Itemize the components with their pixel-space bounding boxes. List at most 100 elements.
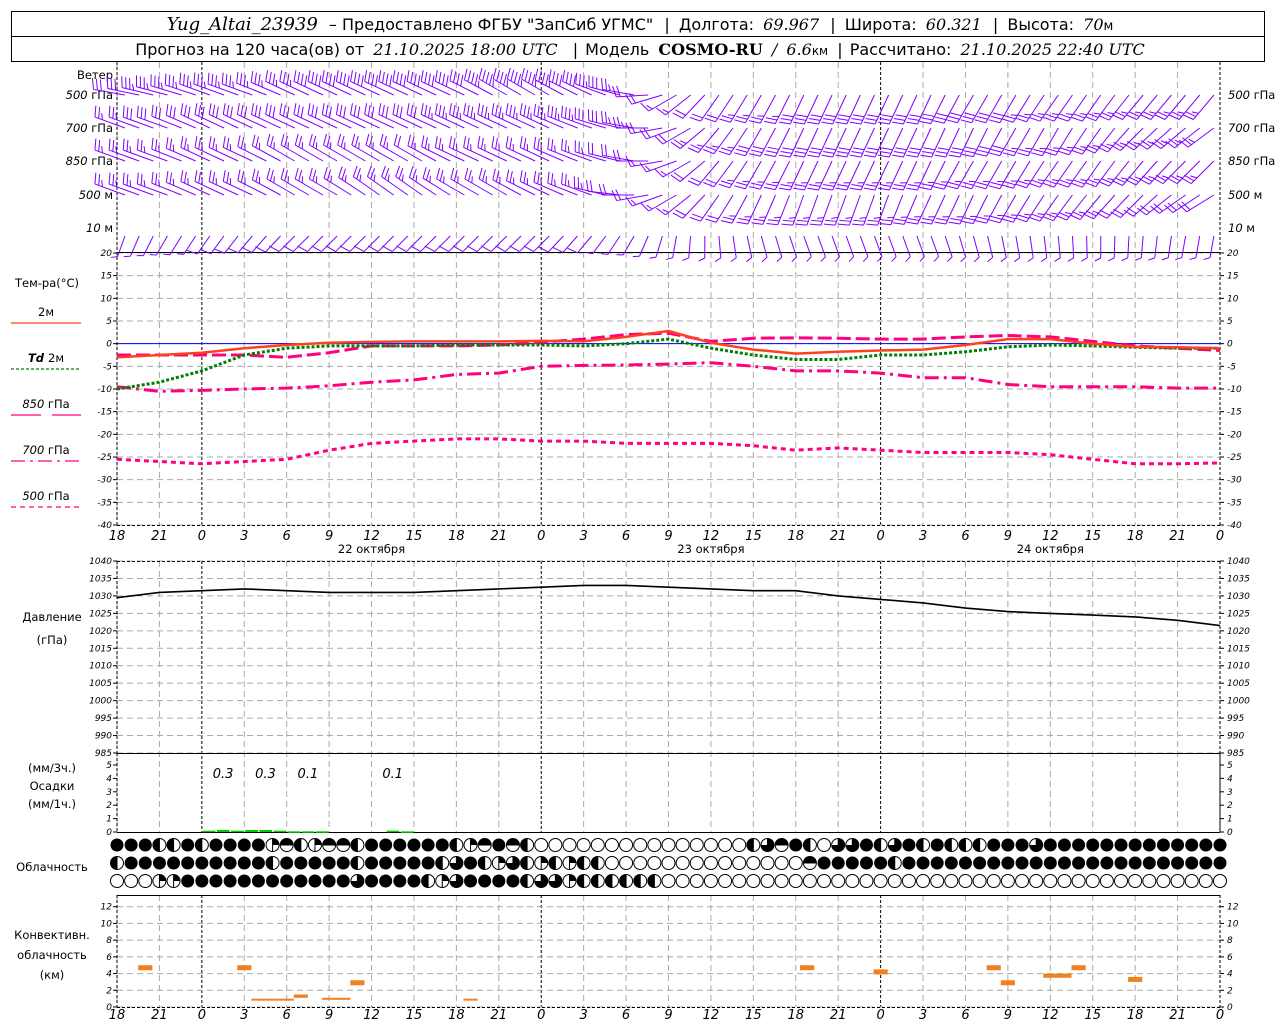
cloud-full	[266, 874, 280, 888]
cloud-full	[1029, 856, 1043, 870]
barb-feather	[932, 186, 945, 190]
barb-shaft	[1186, 194, 1215, 213]
cloud-cover-symbol	[703, 838, 718, 852]
barb-feather	[439, 169, 444, 182]
barb-shaft	[631, 94, 663, 105]
cloud-full	[407, 838, 421, 852]
barb-feather	[297, 71, 301, 84]
cloud-cover-symbol	[181, 874, 195, 888]
barb-feather	[1015, 217, 1027, 223]
barb-shaft	[309, 144, 338, 162]
cloud-full	[322, 874, 336, 888]
temperature-tick-label-left: 0	[106, 340, 112, 350]
barb-shaft	[548, 80, 578, 96]
barb-feather	[788, 217, 796, 219]
cloud-full	[1057, 856, 1071, 870]
barb-feather	[1066, 113, 1073, 116]
cloud-full	[1072, 856, 1086, 870]
barb-feather	[1057, 116, 1069, 122]
wind-barb	[350, 70, 380, 96]
cloud-circle	[732, 838, 747, 852]
model-label: Модель	[585, 40, 649, 59]
cloud-cover-symbol	[859, 874, 874, 888]
cloud-cover-symbol	[845, 874, 860, 888]
barb-feather	[314, 106, 318, 118]
barb-feather	[165, 170, 169, 183]
time-tick-label-bottom: 6	[283, 1008, 291, 1023]
cloud-cover-symbol	[831, 838, 846, 852]
barb-feather	[1190, 175, 1198, 179]
barb-feather	[793, 187, 805, 191]
header: Yug_Altai_23939 – Предоставлено ФГБУ "За…	[11, 11, 1265, 62]
cloud-half	[746, 838, 754, 852]
cloud-cover-symbol	[1156, 874, 1171, 888]
barb-feather	[794, 150, 807, 154]
barb-feather	[580, 182, 583, 190]
cloud-cover-symbol	[266, 874, 280, 888]
convective-cloud-bar	[279, 998, 294, 1001]
barb-feather	[848, 256, 855, 262]
cloud-cover-symbol	[689, 874, 704, 888]
cloud-cover-symbol	[1100, 838, 1114, 852]
cloud-full	[1199, 838, 1213, 852]
cloud-full	[322, 856, 336, 870]
cloud-circle	[576, 838, 591, 852]
barb-feather	[240, 137, 245, 149]
wind-barb	[654, 160, 691, 178]
barb-feather	[537, 105, 540, 117]
pressure-tick-label-left: 1005	[89, 679, 112, 689]
cloud-full	[1156, 838, 1170, 852]
barb-shaft	[491, 147, 522, 162]
cloud-cover-symbol	[874, 856, 888, 870]
barb-shaft	[409, 176, 437, 196]
cloud-cover-symbol	[944, 838, 959, 852]
barb-feather	[112, 140, 115, 152]
barb-feather	[308, 133, 313, 146]
barb-feather	[1037, 113, 1045, 116]
barb-shaft	[252, 179, 281, 196]
barb-feather	[244, 106, 248, 118]
cloud-circle	[689, 856, 704, 870]
barb-feather	[990, 215, 1003, 220]
wind-barb	[687, 127, 720, 153]
precip-tick-label-left: 5	[106, 761, 112, 771]
wind-barb	[1097, 127, 1130, 153]
barb-shaft	[1127, 235, 1130, 258]
cloud-full	[874, 856, 888, 870]
barb-feather	[1004, 215, 1016, 220]
cloud-cover-symbol	[223, 874, 237, 888]
barb-feather	[158, 107, 162, 120]
barb-feather	[727, 114, 735, 116]
barb-shaft	[713, 160, 734, 187]
cloud-partial	[541, 856, 548, 863]
cloud-cover-symbol	[280, 874, 294, 888]
barb-shaft	[223, 147, 253, 162]
barb-feather	[807, 154, 819, 158]
time-tick-label: 21	[151, 529, 168, 544]
barb-feather	[101, 113, 103, 120]
barb-feather	[575, 72, 578, 85]
barb-shaft	[1172, 194, 1200, 214]
wind-barb	[165, 170, 196, 196]
barb-feather	[506, 169, 510, 181]
barb-feather	[255, 170, 259, 182]
barb-feather	[660, 170, 667, 176]
barb-feather	[567, 180, 570, 187]
barb-feather	[367, 104, 371, 117]
cloud-full	[464, 856, 478, 870]
barb-feather	[802, 217, 810, 219]
temperature-tick-label-left: -30	[97, 476, 112, 486]
barb-shaft	[987, 235, 994, 258]
barb-feather	[776, 256, 783, 263]
cloud-circle	[689, 838, 704, 852]
barb-feather	[666, 257, 673, 261]
wind-barb	[505, 136, 536, 162]
cloud-cover-symbol	[887, 838, 902, 852]
wind-barb	[279, 70, 310, 96]
barb-shaft	[639, 235, 649, 257]
cloud-full	[1001, 838, 1015, 852]
precip-3h-sum: 0.3	[255, 767, 276, 782]
barb-feather	[892, 187, 904, 191]
wind-barb	[308, 133, 338, 162]
wind-barb	[123, 235, 140, 258]
